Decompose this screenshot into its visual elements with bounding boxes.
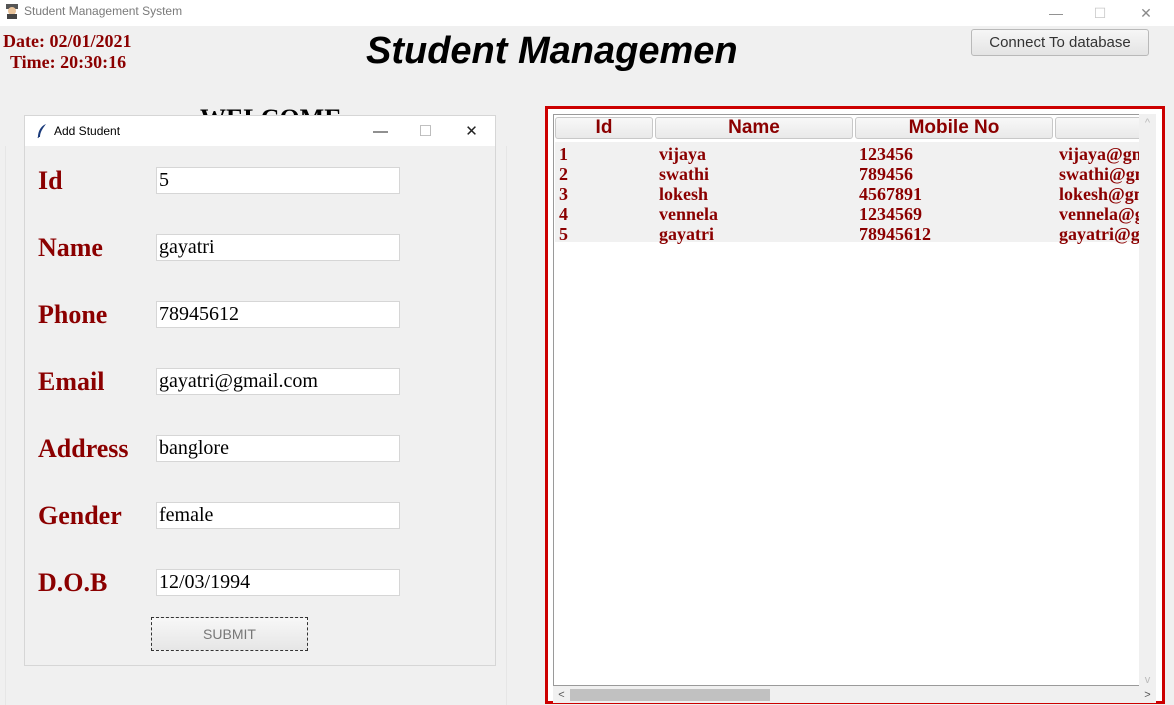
- name-field[interactable]: gayatri: [156, 234, 400, 261]
- name-label: Name: [38, 233, 103, 262]
- gender-field[interactable]: female: [156, 502, 400, 529]
- dialog-close-button[interactable]: ✕: [449, 116, 494, 146]
- dialog-title-bar[interactable]: Add Student — ☐ ✕: [25, 116, 495, 146]
- table-cell[interactable]: vijaya@gm: [1059, 144, 1142, 164]
- submit-button[interactable]: SUBMIT: [151, 617, 308, 651]
- scroll-right-arrow-icon[interactable]: >: [1139, 686, 1156, 703]
- table-cell[interactable]: lokesh: [659, 184, 849, 204]
- column-header-name[interactable]: Name: [655, 117, 853, 139]
- dialog-minimize-button[interactable]: —: [358, 116, 403, 146]
- column-header-id[interactable]: Id: [555, 117, 653, 139]
- dob-field[interactable]: 12/03/1994: [156, 569, 400, 596]
- page-title: Student Managemen: [366, 30, 738, 72]
- table-cell[interactable]: 4: [559, 204, 649, 224]
- student-table[interactable]: Id Name Mobile No 1 vijaya 123456 vijaya…: [553, 114, 1143, 686]
- id-label: Id: [38, 166, 63, 195]
- gender-label: Gender: [38, 501, 122, 530]
- table-cell[interactable]: 1: [559, 144, 649, 164]
- table-cell[interactable]: swathi: [659, 164, 849, 184]
- email-field[interactable]: gayatri@gmail.com: [156, 368, 400, 395]
- date-label: Date: 02/01/2021: [3, 31, 132, 51]
- table-cell[interactable]: 78945612: [859, 224, 1049, 244]
- phone-label: Phone: [38, 300, 108, 329]
- dialog-title: Add Student: [54, 124, 121, 138]
- main-title-bar: Student Management System — ☐ ✕: [0, 0, 1174, 26]
- horizontal-scroll-thumb[interactable]: [570, 689, 770, 701]
- table-cell[interactable]: swathi@gm: [1059, 164, 1142, 184]
- connect-database-button[interactable]: Connect To database: [971, 29, 1149, 56]
- table-cell[interactable]: 789456: [859, 164, 1049, 184]
- address-label: Address: [38, 434, 129, 463]
- minimize-button[interactable]: —: [1033, 0, 1079, 26]
- horizontal-scrollbar[interactable]: < >: [553, 686, 1156, 703]
- column-header-email[interactable]: [1055, 117, 1142, 139]
- table-cell[interactable]: 123456: [859, 144, 1049, 164]
- close-button[interactable]: ✕: [1123, 0, 1169, 26]
- table-cell[interactable]: lokesh@gm: [1059, 184, 1142, 204]
- main-window-title: Student Management System: [24, 4, 183, 18]
- table-cell[interactable]: 5: [559, 224, 649, 244]
- table-cell[interactable]: vijaya: [659, 144, 849, 164]
- table-cell[interactable]: 4567891: [859, 184, 1049, 204]
- dob-label: D.O.B: [38, 568, 108, 597]
- scroll-up-arrow-icon[interactable]: ^: [1139, 114, 1156, 131]
- add-student-dialog: Add Student — ☐ ✕ Id 5 Name gayatri Phon…: [24, 115, 496, 666]
- email-label: Email: [38, 367, 105, 396]
- scroll-left-arrow-icon[interactable]: <: [553, 686, 570, 703]
- maximize-button[interactable]: ☐: [1077, 0, 1123, 26]
- table-cell[interactable]: vennela: [659, 204, 849, 224]
- feather-icon: [35, 123, 49, 139]
- table-cell[interactable]: 1234569: [859, 204, 1049, 224]
- table-cell[interactable]: gayatri: [659, 224, 849, 244]
- dialog-maximize-button[interactable]: ☐: [403, 116, 448, 146]
- vertical-scrollbar[interactable]: ^ v: [1139, 114, 1156, 688]
- time-label: Time: 20:30:16: [10, 52, 127, 72]
- table-cell[interactable]: vennela@gm: [1059, 204, 1142, 224]
- id-field[interactable]: 5: [156, 167, 400, 194]
- table-cell[interactable]: 3: [559, 184, 649, 204]
- phone-field[interactable]: 78945612: [156, 301, 400, 328]
- student-app-icon: [4, 3, 20, 19]
- address-field[interactable]: banglore: [156, 435, 400, 462]
- table-cell[interactable]: gayatri@gm: [1059, 224, 1142, 244]
- student-table-frame: Id Name Mobile No 1 vijaya 123456 vijaya…: [545, 106, 1165, 704]
- table-cell[interactable]: 2: [559, 164, 649, 184]
- column-header-mobile[interactable]: Mobile No: [855, 117, 1053, 139]
